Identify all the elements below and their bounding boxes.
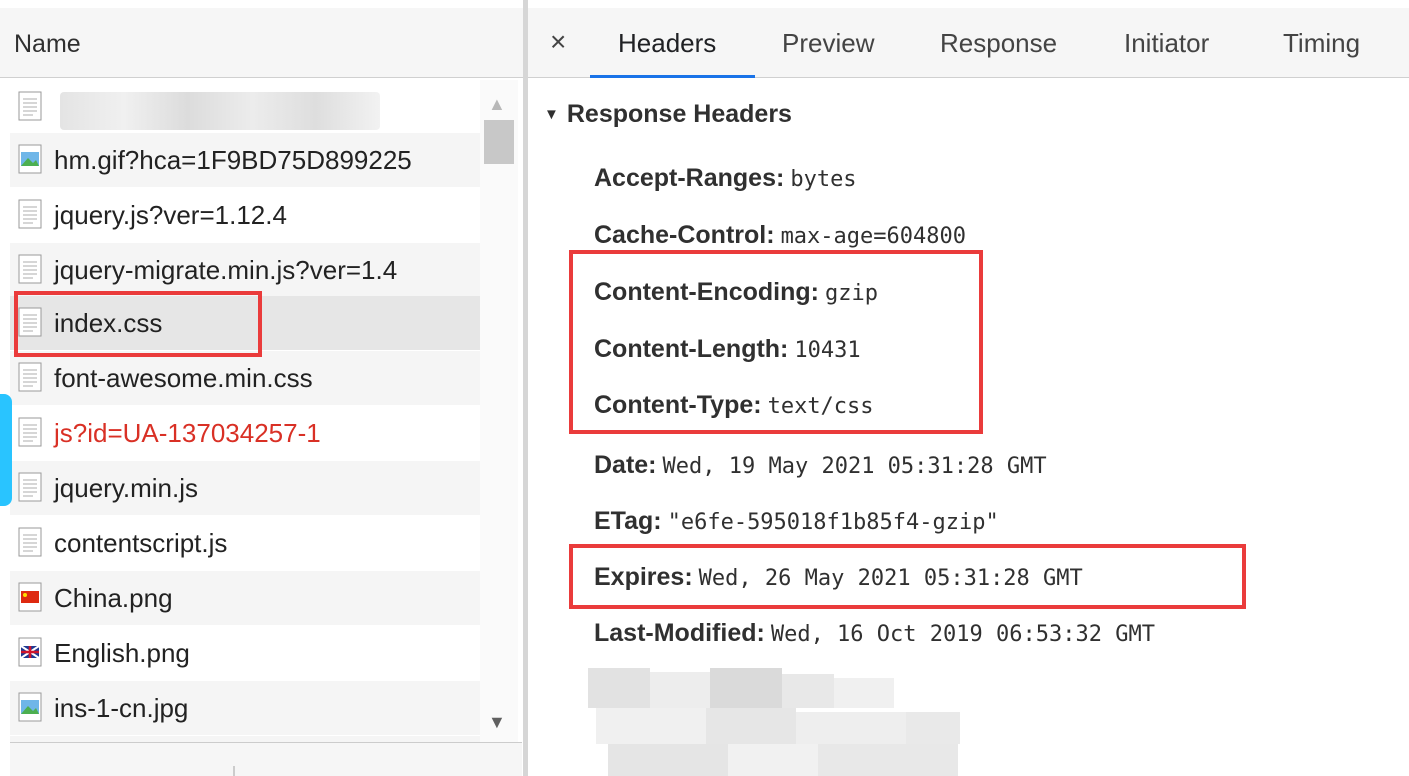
script-file-icon [18,199,42,231]
tab-preview[interactable]: Preview [782,28,874,59]
name-column-header[interactable]: Name [0,8,526,78]
header-value: Wed, 19 May 2021 05:31:28 GMT [662,454,1047,479]
request-name: English.png [54,637,190,668]
request-name: js?id=UA-137034257-1 [54,417,321,448]
header-row: ETag: "e6fe-595018f1b85f4-gzip" [594,507,999,536]
request-name: contentscript.js [54,527,228,558]
details-tab-bar: × Headers Preview Response Initiator Tim… [528,8,1409,78]
list-item[interactable]: hm.gif?hca=1F9BD75D899225 [10,133,480,187]
scrollbar-thumb[interactable] [484,120,514,164]
blank-file-icon [18,91,42,123]
tab-timing[interactable]: Timing [1283,28,1360,59]
header-name: Cache-Control: [594,221,775,249]
header-value: Wed, 16 Oct 2019 06:53:32 GMT [770,622,1155,647]
blurred-content [588,668,960,776]
request-details-panel: × Headers Preview Response Initiator Tim… [528,0,1409,776]
list-item[interactable]: js?id=UA-137034257-1 [10,406,480,460]
list-item[interactable]: ins-1-cn.jpg [10,681,480,735]
script-file-icon [18,527,42,559]
section-title-label: Response Headers [566,100,792,128]
request-name: font-awesome.min.css [54,362,313,393]
scrollbar-track[interactable] [480,80,518,742]
stylesheet-file-icon [18,362,42,394]
request-name: jquery-migrate.min.js?ver=1.4 [54,254,398,285]
edge-accent-marker [0,394,12,506]
china-flag-icon [18,582,42,614]
tab-headers[interactable]: Headers [618,28,716,59]
request-name: China.png [54,582,173,613]
status-bar [10,742,522,776]
blurred-request-name [60,92,380,130]
script-file-icon [18,417,42,449]
request-name: ins-1-cn.jpg [54,692,189,723]
active-tab-indicator [590,75,755,78]
header-row: Last-Modified: Wed, 16 Oct 2019 06:53:32 … [594,619,1155,648]
list-item[interactable]: font-awesome.min.css [10,351,480,405]
triangle-down-icon[interactable]: ▼ [544,106,559,123]
image-file-icon [18,692,42,724]
header-row: Cache-Control: max-age=604800 [594,221,966,250]
header-name: ETag: [594,507,662,535]
request-name: jquery.js?ver=1.12.4 [54,199,287,230]
close-icon[interactable]: × [550,26,566,58]
uk-flag-icon [18,637,42,669]
list-item[interactable]: English.png [10,626,480,680]
script-file-icon [18,254,42,286]
request-name: hm.gif?hca=1F9BD75D899225 [54,144,412,175]
scroll-down-icon[interactable]: ▼ [488,712,506,733]
script-file-icon [18,472,42,504]
tab-response[interactable]: Response [940,28,1057,59]
header-value: max-age=604800 [780,224,966,249]
highlight-box-index-css [14,291,262,357]
header-row: Accept-Ranges: bytes [594,164,857,193]
tab-initiator[interactable]: Initiator [1124,28,1209,59]
header-value: bytes [790,167,857,192]
header-value: "e6fe-595018f1b85f4-gzip" [667,510,999,535]
request-name: jquery.min.js [54,472,199,503]
scroll-up-icon[interactable]: ▲ [488,94,506,115]
highlight-box-content-headers [569,250,983,434]
list-item[interactable]: jquery-migrate.min.js?ver=1.4 [10,243,480,297]
highlight-box-expires [569,544,1246,609]
header-name: Last-Modified: [594,619,765,647]
list-item[interactable]: China.png [10,571,480,625]
list-item[interactable]: jquery.js?ver=1.12.4 [10,188,480,242]
name-column-label: Name [14,30,81,58]
response-headers-section[interactable]: ▼ Response Headers [544,100,792,129]
status-bar-divider [233,766,235,776]
request-list-panel: Name hm.gif?hca=1F9BD75D899225 jquery.js?… [0,0,526,776]
list-item[interactable] [10,80,480,134]
image-file-icon [18,144,42,176]
list-item[interactable]: contentscript.js [10,516,480,570]
header-row: Date: Wed, 19 May 2021 05:31:28 GMT [594,451,1047,480]
header-name: Date: [594,451,657,479]
header-name: Accept-Ranges: [594,164,785,192]
list-item[interactable]: jquery.min.js [10,461,480,515]
